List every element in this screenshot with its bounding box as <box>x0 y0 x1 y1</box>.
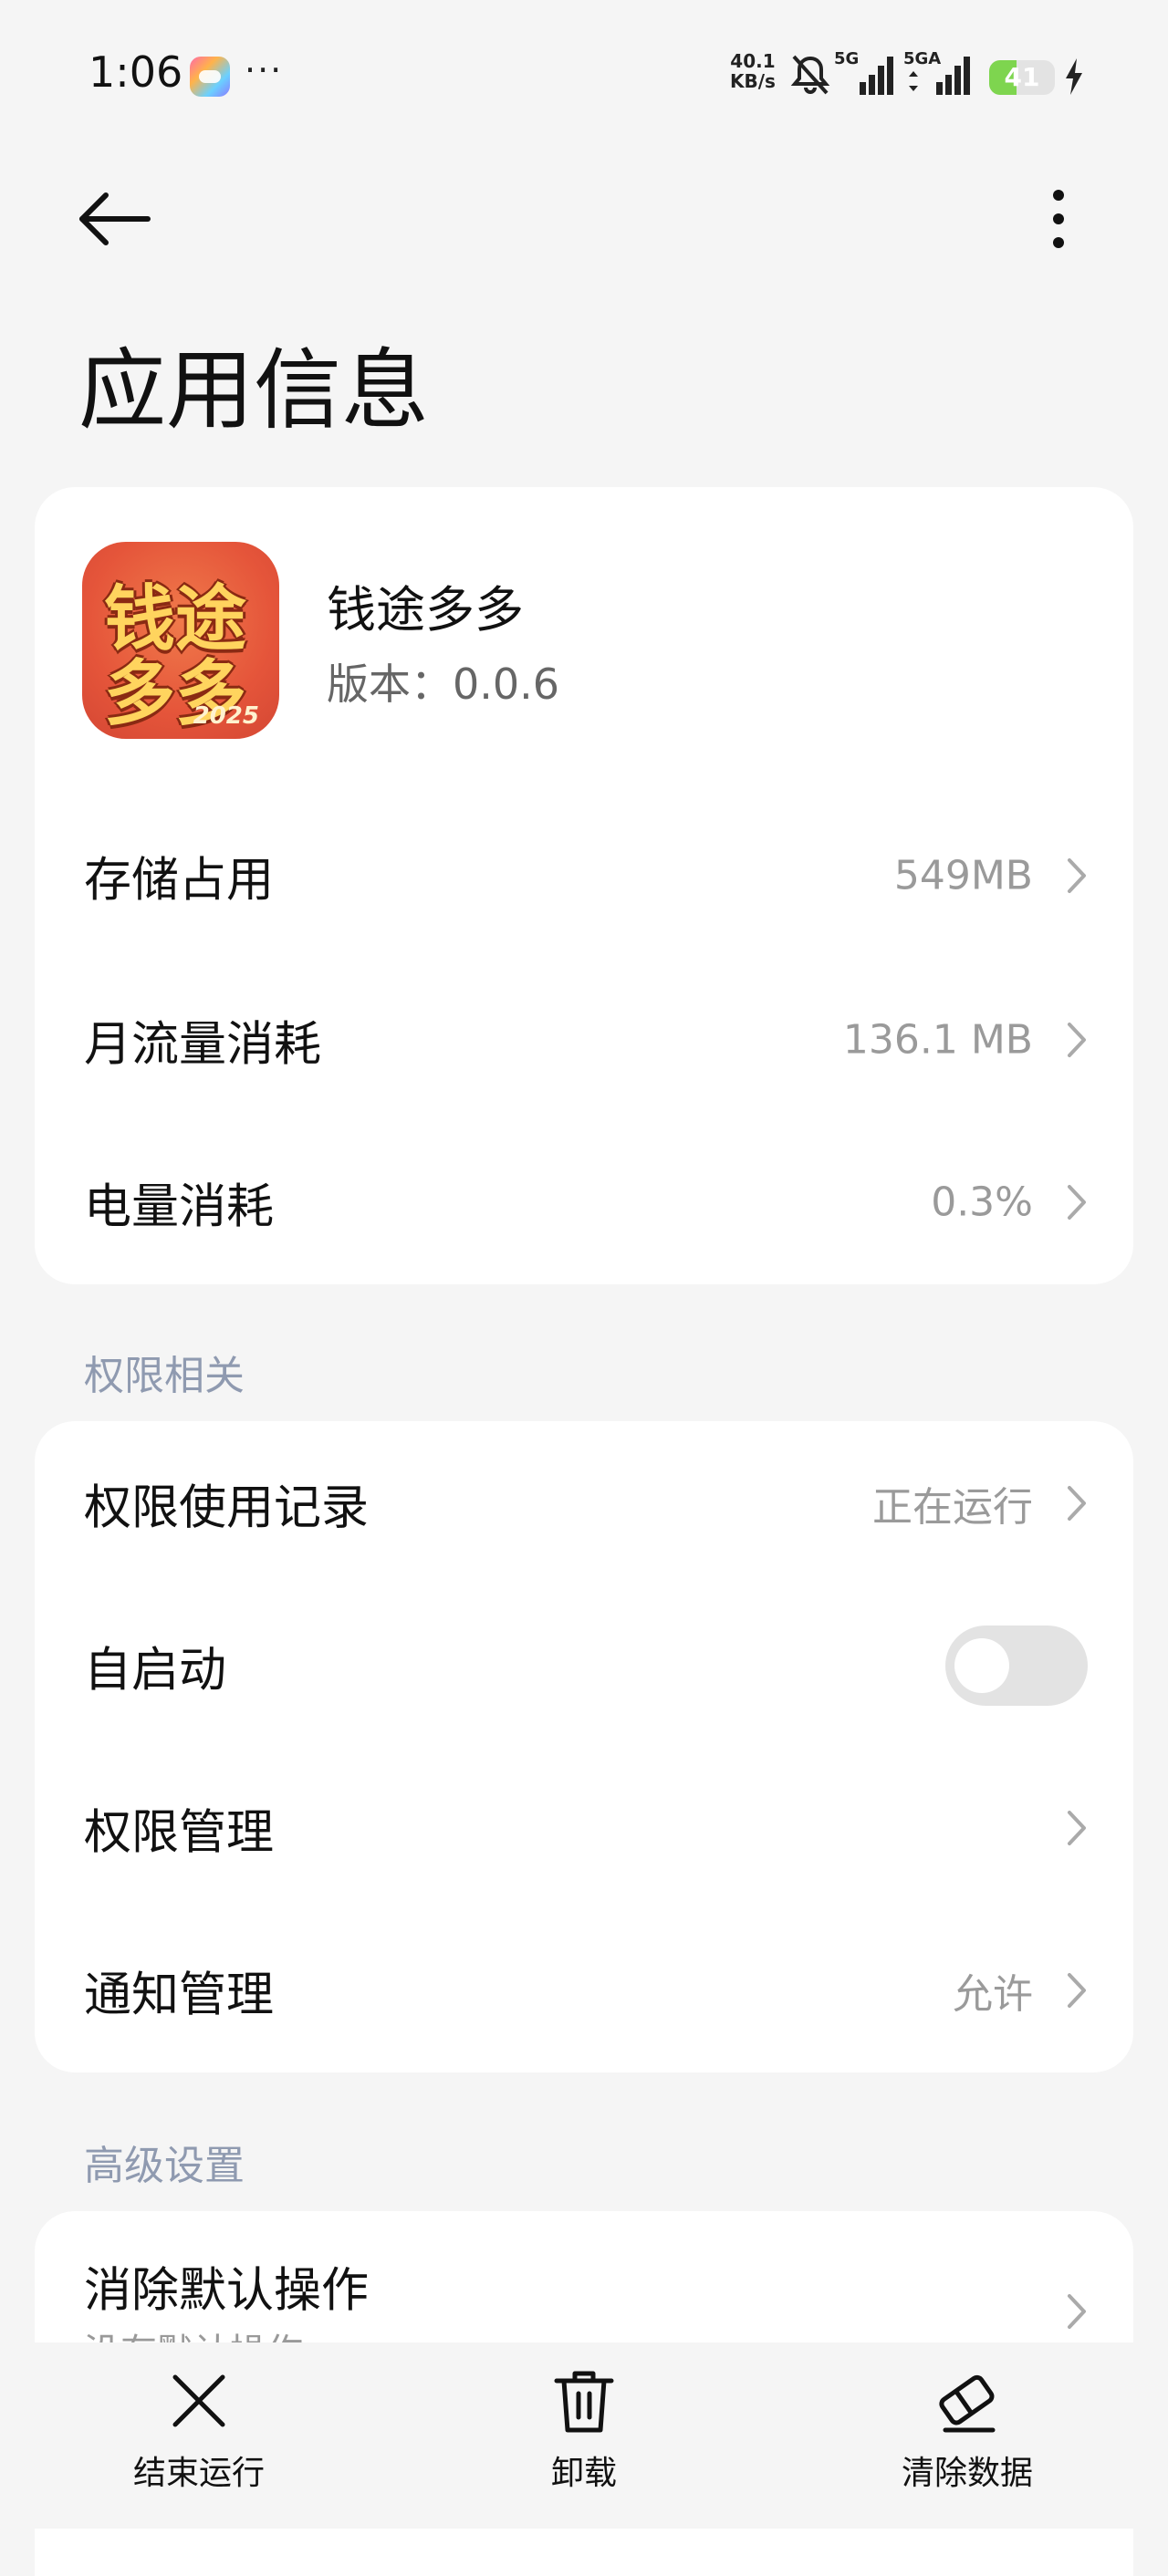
trash-icon <box>554 2371 614 2433</box>
chevron-right-icon <box>1068 2294 1086 2329</box>
network-speed-value: 40.1 <box>730 50 776 72</box>
page-title: 应用信息 <box>78 339 429 441</box>
notification-manage-row[interactable]: 通知管理 允许 <box>35 1908 1133 2072</box>
app-name: 钱途多多 <box>327 581 524 639</box>
data-usage-value: 136.1 MB <box>842 1016 1033 1064</box>
battery-percent: 41 <box>1004 62 1040 92</box>
section-header-permissions: 权限相关 <box>84 1353 245 1399</box>
data-usage-row[interactable]: 月流量消耗 136.1 MB <box>35 958 1133 1122</box>
permissions-card: 权限使用记录 正在运行 自启动 权限管理 通知管理 允许 <box>35 1421 1133 2072</box>
permission-manage-label: 权限管理 <box>84 1805 275 1861</box>
storage-value: 549MB <box>893 852 1033 899</box>
force-stop-button[interactable]: 结束运行 <box>99 2366 299 2494</box>
game-assistant-icon <box>190 57 230 97</box>
status-time: 1:06 <box>89 47 183 97</box>
sim1-label: 5G <box>834 49 859 68</box>
battery-usage-label: 电量消耗 <box>84 1179 275 1235</box>
bottom-action-bar: 结束运行 卸载 清除数据 <box>0 2342 1168 2529</box>
notification-manage-label: 通知管理 <box>84 1968 275 2023</box>
permission-usage-row[interactable]: 权限使用记录 正在运行 <box>35 1421 1133 1585</box>
chevron-right-icon <box>1068 1973 1086 2008</box>
clear-data-button[interactable]: 清除数据 <box>867 2366 1068 2494</box>
more-options-icon[interactable] <box>1031 182 1086 255</box>
autostart-label: 自启动 <box>84 1643 227 1698</box>
toggle-knob <box>954 1638 1009 1693</box>
app-version: 版本：0.0.6 <box>327 660 560 709</box>
back-arrow-icon[interactable] <box>73 182 155 255</box>
chevron-right-icon <box>1068 1486 1086 1521</box>
eraser-icon <box>939 2374 996 2433</box>
section-header-advanced: 高级设置 <box>84 2143 245 2189</box>
battery-usage-value: 0.3% <box>931 1179 1033 1226</box>
app-icon-year: 2025 <box>193 702 259 730</box>
close-icon <box>172 2374 225 2427</box>
notification-manage-value: 允许 <box>953 1971 1033 2018</box>
clear-data-label: 清除数据 <box>901 2455 1033 2492</box>
force-stop-label: 结束运行 <box>132 2455 265 2492</box>
bell-muted-icon <box>790 55 830 95</box>
chevron-right-icon <box>1068 1811 1086 1845</box>
permission-manage-row[interactable]: 权限管理 <box>35 1746 1133 1910</box>
battery-usage-row[interactable]: 电量消耗 0.3% <box>35 1120 1133 1284</box>
battery-indicator: 41 <box>989 60 1055 95</box>
charging-bolt-icon <box>1066 58 1082 95</box>
autostart-toggle[interactable] <box>945 1626 1088 1706</box>
signal-sim2-icon: 5GA <box>903 49 970 95</box>
chevron-right-icon <box>1068 1185 1086 1220</box>
network-speed: 40.1 KB/s <box>730 51 776 91</box>
clear-defaults-label: 消除默认操作 <box>84 2263 370 2319</box>
chevron-right-icon <box>1068 1023 1086 1057</box>
signal-sim1-icon: 5G <box>834 49 893 95</box>
app-info-card: 钱途 多多 2025 钱途多多 版本：0.0.6 存储占用 549MB 月流量消… <box>35 487 1133 1284</box>
sim2-label: 5GA <box>903 49 941 68</box>
app-icon: 钱途 多多 2025 <box>82 542 279 739</box>
more-notifications-indicator: ··· <box>245 50 284 90</box>
network-speed-unit: KB/s <box>730 70 776 92</box>
permission-usage-value: 正在运行 <box>872 1484 1033 1531</box>
storage-label: 存储占用 <box>84 853 275 909</box>
autostart-row: 自启动 <box>35 1584 1133 1748</box>
chevron-right-icon <box>1068 858 1086 893</box>
status-bar: 1:06 ··· 40.1 KB/s 5G 5GA 41 <box>0 0 1168 146</box>
storage-row[interactable]: 存储占用 549MB <box>35 794 1133 958</box>
permission-usage-label: 权限使用记录 <box>84 1480 370 1536</box>
data-usage-label: 月流量消耗 <box>84 1017 322 1073</box>
uninstall-button[interactable]: 卸载 <box>484 2366 684 2494</box>
uninstall-label: 卸载 <box>550 2455 617 2492</box>
